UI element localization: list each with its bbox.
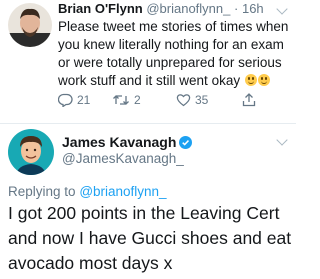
tweet-time[interactable]: 16h (242, 1, 264, 16)
reply-icon (58, 93, 73, 107)
smiling-face-emoji (257, 74, 270, 86)
author-name[interactable]: Brian O'Flynn (58, 1, 143, 16)
avatar-brian[interactable] (8, 3, 52, 47)
avatar-james[interactable] (8, 129, 54, 175)
like-button[interactable]: 35 (176, 93, 208, 107)
share-icon (242, 93, 256, 107)
retweet-icon (113, 95, 129, 105)
retweet-button[interactable]: 2 (112, 93, 141, 107)
verified-badge-icon (179, 136, 193, 149)
reply-text: I got 200 points in the Leaving Cert and… (8, 203, 292, 273)
share-button[interactable] (242, 93, 256, 107)
replying-to-link[interactable]: @brianoflynn_ (79, 184, 166, 199)
reply-author-name-row[interactable]: James Kavanagh (62, 134, 193, 150)
tweet-text: Please tweet me stories of times when yo… (58, 19, 289, 88)
chevron-down-icon[interactable] (276, 3, 288, 15)
tweet-divider (0, 123, 296, 124)
tweet-original[interactable]: Brian O'Flynn @brianoflynn_ · 16h Please… (0, 0, 296, 122)
smiling-face-emoji (244, 74, 257, 86)
replying-to-line: Replying to @brianoflynn_ (8, 184, 167, 199)
replying-to-label: Replying to (8, 184, 76, 199)
like-icon (176, 94, 191, 107)
reply-count: 21 (77, 93, 91, 107)
tweet-header: Brian O'Flynn @brianoflynn_ · 16h (58, 1, 264, 16)
reply-button[interactable]: 21 (58, 93, 90, 107)
reply-author-handle[interactable]: @JamesKavanagh_ (62, 151, 184, 166)
separator-dot: · (234, 1, 239, 16)
like-count: 35 (195, 93, 209, 107)
chevron-down-icon[interactable] (276, 134, 288, 146)
reply-author-name[interactable]: James Kavanagh (62, 134, 176, 150)
tweet-actions: 21 2 35 (58, 93, 258, 109)
retweet-count: 2 (134, 93, 141, 107)
author-handle[interactable]: @brianoflynn_ (146, 1, 230, 16)
